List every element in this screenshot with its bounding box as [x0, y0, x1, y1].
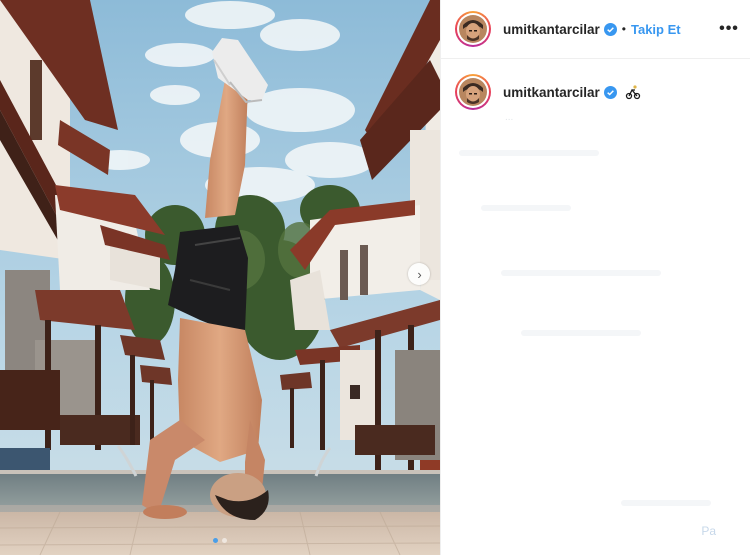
caption-avatar-image: [457, 76, 489, 108]
header-separator: •: [621, 22, 626, 36]
username-link[interactable]: umitkantarcilar: [503, 22, 600, 37]
follow-button[interactable]: Takip Et: [631, 22, 681, 37]
post-image-carousel[interactable]: ›: [0, 0, 440, 555]
avatar-image: [457, 13, 489, 45]
caption-row: umitkantarcilar: [455, 74, 641, 110]
caption-avatar[interactable]: [455, 74, 491, 110]
post-header: umitkantarcilar • Takip Et •••: [441, 0, 750, 59]
carousel-next-button[interactable]: ›: [408, 263, 430, 285]
ghost-comment-line: [521, 330, 641, 336]
ghost-comment-line: [501, 270, 661, 276]
ghost-comment-line: [481, 205, 571, 211]
carousel-dot-2: [222, 538, 227, 543]
user-face-icon: [459, 78, 487, 106]
carousel-indicator: [0, 538, 440, 543]
caption-timestamp: ...: [505, 112, 514, 123]
chevron-right-icon: ›: [417, 266, 422, 282]
more-options-icon[interactable]: •••: [718, 18, 740, 40]
verified-badge-icon: [603, 22, 617, 36]
avatar[interactable]: [455, 11, 491, 47]
post-photo: [0, 0, 440, 555]
verified-badge-icon: [603, 85, 617, 99]
carousel-dot-1: [213, 538, 218, 543]
caption-username[interactable]: umitkantarcilar: [503, 85, 600, 100]
post-side-panel: umitkantarcilar • Takip Et ••• umitkanta…: [440, 0, 750, 555]
ghost-comment-line: [459, 150, 599, 156]
user-face-icon: [459, 15, 487, 43]
corner-faint-text: Pa: [701, 524, 716, 538]
bicycle-emoji: [625, 84, 641, 100]
ghost-comment-line: [621, 500, 711, 506]
